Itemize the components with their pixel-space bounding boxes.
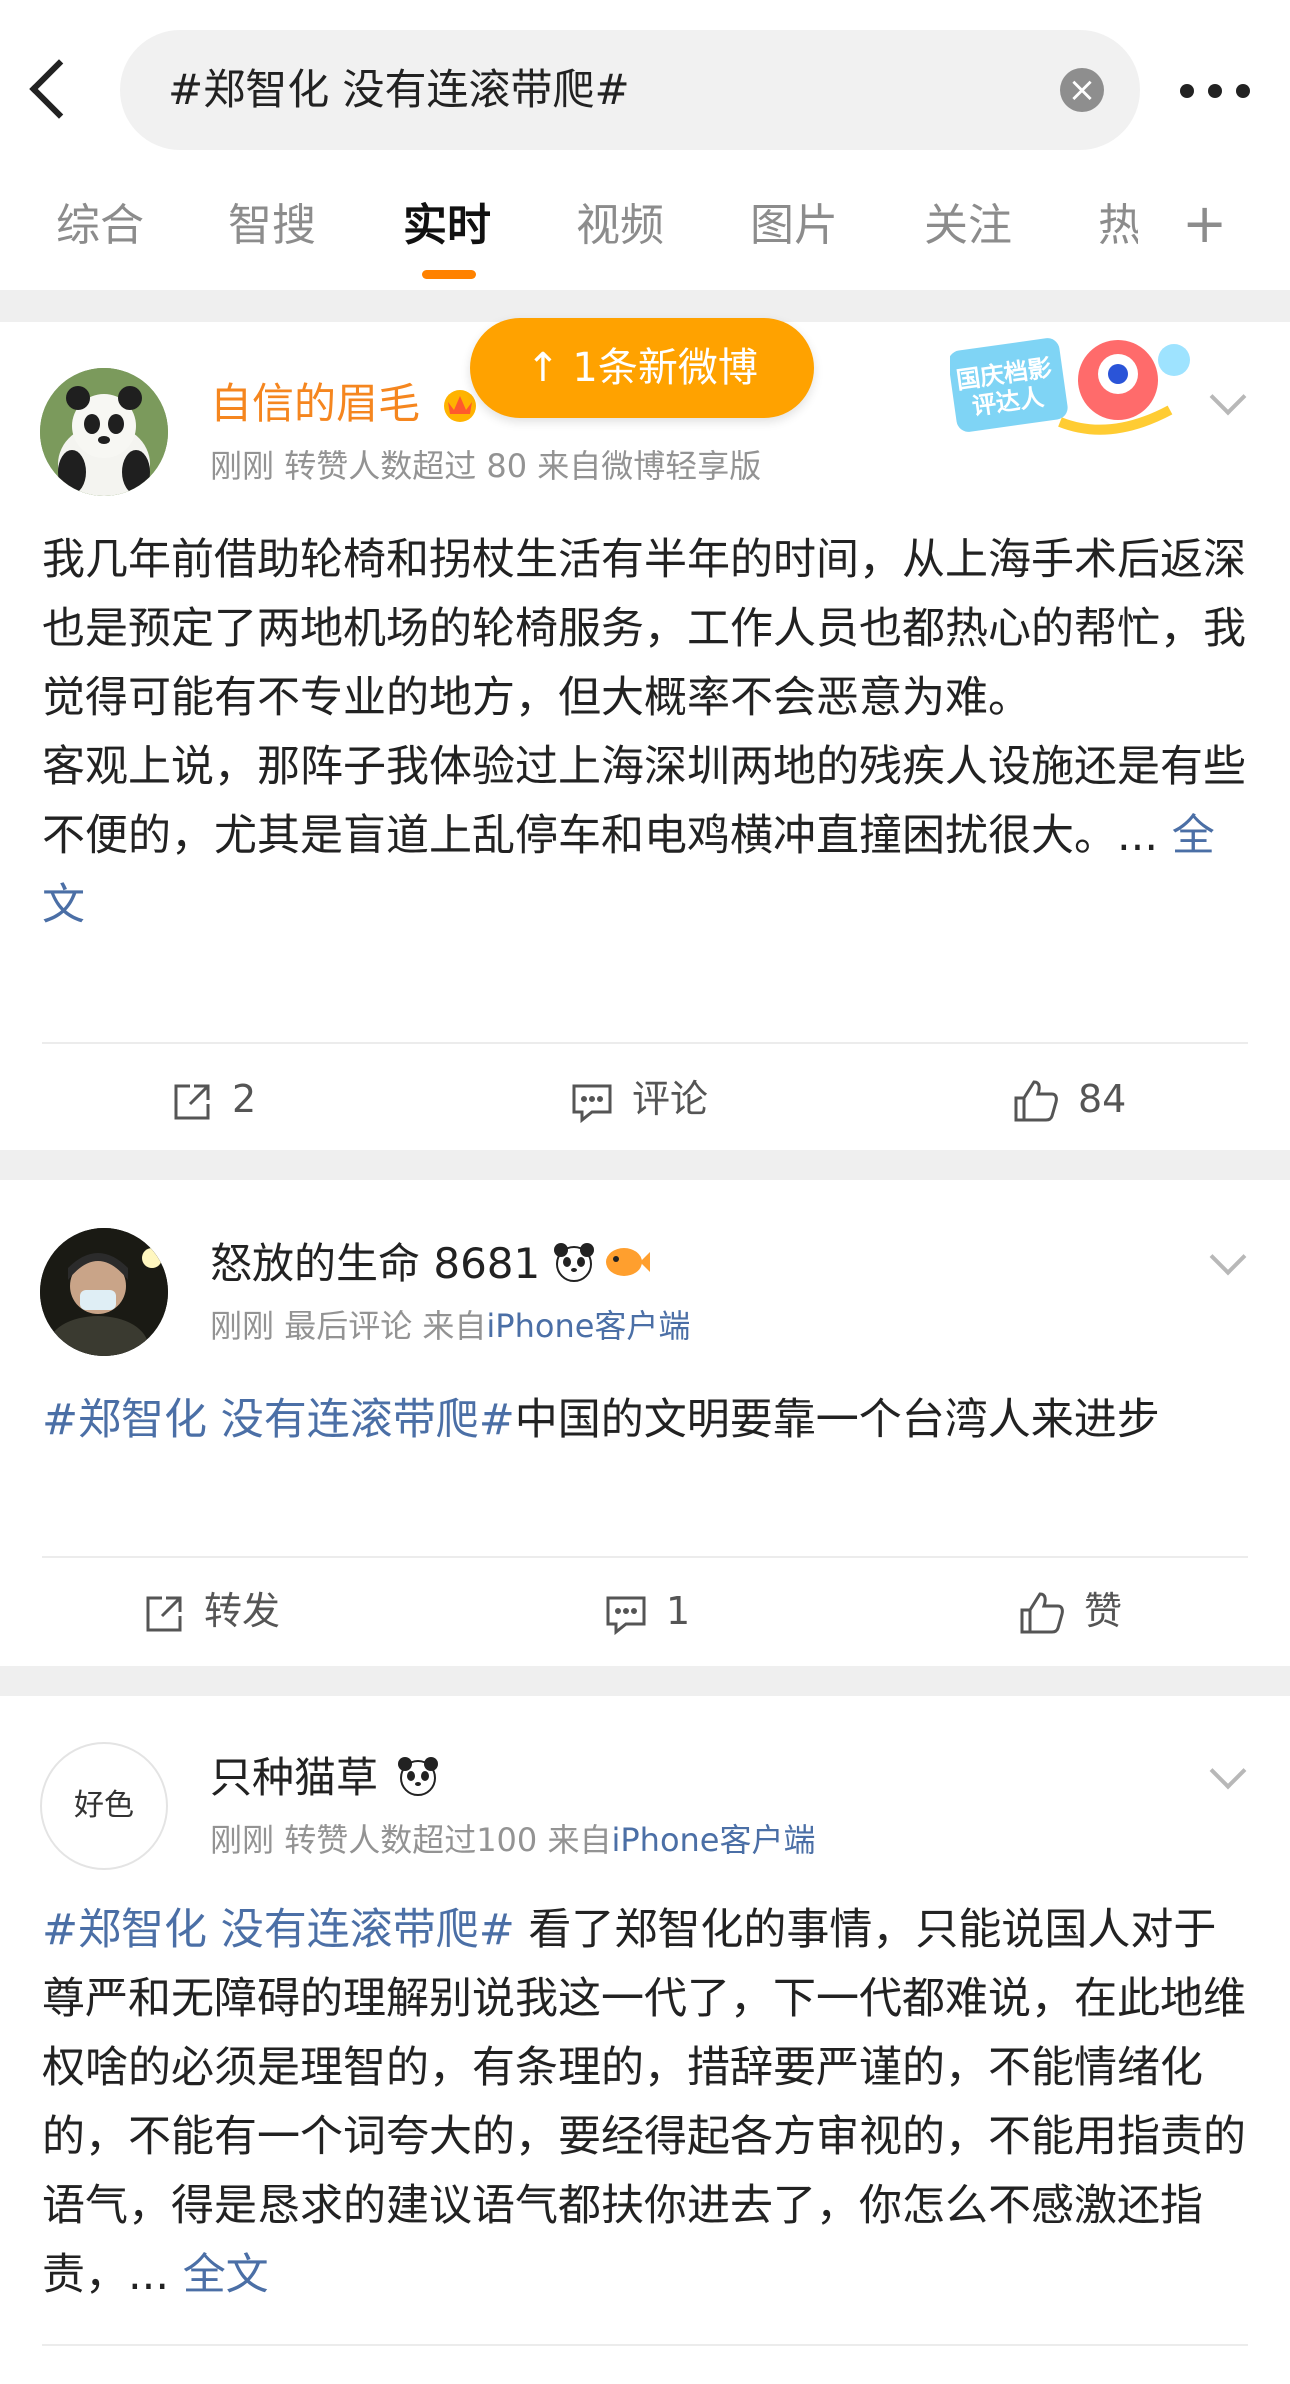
read-more-link[interactable]: 全文 bbox=[183, 2250, 269, 2300]
post-paragraph: 客观上说，那阵子我体验过上海深圳两地的残疾人设施还是有些不便的，尤其是盲道上乱停… bbox=[42, 742, 1246, 861]
source-prefix: 来自 bbox=[547, 1821, 612, 1859]
post-card: 怒放的生命 8681 刚刚 最后评论 来自iPhone客户端 #郑智化 没有连滚… bbox=[0, 1180, 1290, 1666]
author-name[interactable]: 自信的眉毛 bbox=[210, 376, 420, 432]
post-card: 自信的眉毛 刚刚 转赞人数超过 80 来自微博轻享版 我几年前借助轮椅和拐杖生活… bbox=[0, 322, 1290, 1150]
repost-count: 2 bbox=[232, 1077, 257, 1121]
repost-icon bbox=[174, 1084, 210, 1119]
like-count: 84 bbox=[1078, 1077, 1127, 1121]
post-source[interactable]: iPhone客户端 bbox=[611, 1821, 815, 1859]
post-meta: 刚刚 转赞人数超过100 来自iPhone客户端 bbox=[210, 1818, 816, 1862]
post-card: 好色 只种猫草 刚刚 转赞人数超过100 来自iPhone客户端 #郑智化 没有… bbox=[0, 1696, 1290, 2384]
tab-video[interactable]: 视频 bbox=[576, 198, 664, 254]
avatar[interactable] bbox=[40, 1228, 168, 1356]
comment-icon bbox=[572, 1084, 612, 1123]
post-body: 我几年前借助轮椅和拐杖生活有半年的时间，从上海手术后返深也是预定了两地机场的轮椅… bbox=[42, 526, 1252, 940]
like-label: 赞 bbox=[1084, 1589, 1123, 1633]
post-source[interactable]: iPhone客户端 bbox=[486, 1307, 690, 1345]
comment-icon bbox=[606, 1596, 646, 1635]
post-stat: 转赞人数超过 80 bbox=[284, 447, 528, 485]
divider bbox=[42, 1042, 1248, 1044]
search-box[interactable]: #郑智化 没有连滚带爬# × bbox=[120, 30, 1140, 150]
chevron-down-icon[interactable] bbox=[1209, 1752, 1247, 1790]
comment-button[interactable]: 1 bbox=[604, 1586, 690, 1636]
repost-icon bbox=[146, 1596, 182, 1631]
chevron-down-icon[interactable] bbox=[1209, 378, 1247, 416]
author-name[interactable]: 只种猫草 bbox=[210, 1750, 378, 1806]
vip-crown-icon bbox=[440, 384, 480, 424]
tab-comprehensive[interactable]: 综合 bbox=[56, 198, 144, 254]
active-tab-indicator bbox=[422, 270, 476, 279]
tab-pictures[interactable]: 图片 bbox=[750, 198, 838, 254]
tab-realtime[interactable]: 实时 bbox=[403, 198, 491, 254]
post-stat: 转赞人数超过100 bbox=[284, 1821, 538, 1859]
clear-icon[interactable]: × bbox=[1060, 68, 1104, 112]
search-query[interactable]: #郑智化 没有连滚带爬# bbox=[168, 62, 630, 118]
repost-button[interactable]: 转发 bbox=[142, 1586, 280, 1636]
top-bar: #郑智化 没有连滚带爬# × 综合 智搜 实时 视频 图片 关注 热 + bbox=[0, 0, 1290, 290]
thumbs-up-icon bbox=[1014, 1079, 1058, 1121]
post-time: 刚刚 bbox=[210, 1307, 275, 1345]
tab-hot[interactable]: 热 bbox=[1098, 198, 1138, 254]
post-body: #郑智化 没有连滚带爬# 看了郑智化的事情，只能说国人对于尊严和无障碍的理解别说… bbox=[42, 1896, 1252, 2310]
fish-emoji-icon bbox=[602, 1240, 650, 1284]
source-prefix: 来自 bbox=[422, 1307, 487, 1345]
comment-count: 1 bbox=[666, 1589, 691, 1633]
post-paragraph: 我几年前借助轮椅和拐杖生活有半年的时间，从上海手术后返深也是预定了两地机场的轮椅… bbox=[42, 535, 1246, 723]
post-stat: 最后评论 bbox=[284, 1307, 413, 1345]
post-meta: 刚刚 最后评论 来自iPhone客户端 bbox=[210, 1304, 690, 1348]
repost-label: 转发 bbox=[204, 1589, 281, 1633]
tab-bar: 综合 智搜 实时 视频 图片 关注 热 + bbox=[0, 190, 1290, 290]
post-time: 刚刚 bbox=[210, 447, 275, 485]
tab-following[interactable]: 关注 bbox=[924, 198, 1012, 254]
author-name[interactable]: 怒放的生命 8681 bbox=[210, 1236, 540, 1292]
post-text: 看了郑智化的事情，只能说国人对于尊严和无障碍的理解别说我这一代了，下一代都难说，… bbox=[42, 1905, 1246, 2300]
avatar[interactable]: 好色 bbox=[40, 1742, 168, 1870]
add-tab-icon[interactable]: + bbox=[1182, 196, 1227, 252]
post-time: 刚刚 bbox=[210, 1821, 275, 1859]
post-source: 微博轻享版 bbox=[601, 447, 762, 485]
comment-button[interactable]: 评论 bbox=[570, 1074, 708, 1124]
back-arrow-icon[interactable] bbox=[29, 59, 89, 119]
hashtag-link[interactable]: #郑智化 没有连滚带爬# bbox=[42, 1905, 515, 1955]
repost-button[interactable]: 2 bbox=[170, 1074, 256, 1124]
avatar[interactable] bbox=[40, 368, 168, 496]
post-body: #郑智化 没有连滚带爬#中国的文明要靠一个台湾人来进步 bbox=[42, 1386, 1252, 1455]
new-posts-toast[interactable]: ↑ 1条新微博 bbox=[470, 318, 814, 418]
divider bbox=[42, 2344, 1248, 2346]
tab-smart-search[interactable]: 智搜 bbox=[228, 198, 316, 254]
post-text: 中国的文明要靠一个台湾人来进步 bbox=[514, 1395, 1160, 1445]
avatar-text: 好色 bbox=[74, 1788, 134, 1823]
panda-emoji-icon bbox=[552, 1240, 596, 1284]
like-button[interactable]: 赞 bbox=[1018, 1586, 1122, 1638]
like-button[interactable]: 84 bbox=[1012, 1074, 1126, 1126]
comment-label: 评论 bbox=[632, 1077, 709, 1121]
festival-badge: 国庆档影评达人 bbox=[948, 330, 1200, 440]
source-prefix: 来自 bbox=[537, 447, 602, 485]
thumbs-up-icon bbox=[1020, 1591, 1064, 1633]
panda-emoji-icon bbox=[396, 1754, 440, 1798]
chevron-down-icon[interactable] bbox=[1209, 1238, 1247, 1276]
divider bbox=[42, 1556, 1248, 1558]
post-meta: 刚刚 转赞人数超过 80 来自微博轻享版 bbox=[210, 444, 761, 488]
hashtag-link[interactable]: #郑智化 没有连滚带爬# bbox=[42, 1395, 515, 1445]
